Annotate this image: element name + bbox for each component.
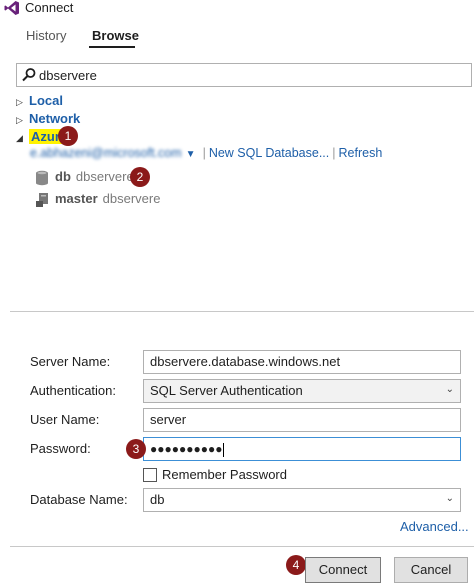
remember-password-label[interactable]: Remember Password xyxy=(162,467,287,482)
database-name-label: Database Name: xyxy=(30,492,128,507)
section-divider xyxy=(10,311,474,312)
database-name-value: db xyxy=(150,492,165,507)
server-name-field[interactable]: dbservere.database.windows.net xyxy=(143,350,461,374)
database-name-select[interactable]: db ⌄ xyxy=(143,488,461,512)
active-tab-indicator xyxy=(89,46,135,48)
database-icon xyxy=(36,170,48,185)
separator: | xyxy=(332,146,336,160)
azure-account-row: e.abhazeni@microsoft.com ▼ | New SQL Databa… xyxy=(30,146,382,160)
user-name-label: User Name: xyxy=(30,412,100,427)
separator: | xyxy=(202,146,206,160)
user-name-value: server xyxy=(150,412,187,427)
database-item[interactable]: db dbservere xyxy=(35,169,134,186)
tree-node-local[interactable]: ▷ Local xyxy=(16,93,63,108)
authentication-select[interactable]: SQL Server Authentication ⌄ xyxy=(143,379,461,403)
new-sql-database-link[interactable]: New SQL Database... xyxy=(209,146,329,160)
window-title: Connect xyxy=(25,0,74,15)
password-value: ●●●●●●●●●● xyxy=(150,442,223,456)
step-badge-2: 2 xyxy=(130,167,150,187)
step-badge-4: 4 xyxy=(286,555,306,575)
chevron-down-icon[interactable]: ⌄ xyxy=(446,384,454,395)
refresh-link[interactable]: Refresh xyxy=(339,146,383,160)
tree-node-network[interactable]: ▷ Network xyxy=(16,111,80,126)
expand-arrow-icon[interactable]: ▷ xyxy=(16,97,26,108)
server-name-value: dbservere.database.windows.net xyxy=(150,354,341,369)
step-badge-1: 1 xyxy=(58,126,78,146)
chevron-down-icon[interactable]: ▼ xyxy=(186,149,196,160)
step-badge-3: 3 xyxy=(126,439,146,459)
user-name-field[interactable]: server xyxy=(143,408,461,432)
password-label: Password: xyxy=(30,441,91,456)
database-item[interactable]: master dbservere xyxy=(35,191,160,208)
tree-node-label: Local xyxy=(29,93,63,108)
cancel-button[interactable]: Cancel xyxy=(394,557,468,583)
connect-button[interactable]: Connect xyxy=(305,557,381,583)
search-value: dbservere xyxy=(39,68,97,83)
visual-studio-icon xyxy=(4,1,19,15)
database-name: db xyxy=(55,169,71,184)
search-icon xyxy=(22,68,36,82)
search-input[interactable]: dbservere xyxy=(16,63,472,87)
database-server: dbservere xyxy=(102,191,161,206)
remember-password-checkbox[interactable] xyxy=(143,468,157,482)
tab-browse[interactable]: Browse xyxy=(92,28,139,43)
system-database-icon xyxy=(36,192,48,207)
database-server: dbservere xyxy=(75,169,134,184)
text-cursor xyxy=(223,442,225,457)
account-email[interactable]: e.abhazeni@microsoft.com xyxy=(30,146,182,160)
authentication-value: SQL Server Authentication xyxy=(150,383,303,398)
collapse-arrow-icon[interactable]: ◢ xyxy=(16,133,26,144)
password-field[interactable]: ●●●●●●●●●● xyxy=(143,437,461,461)
expand-arrow-icon[interactable]: ▷ xyxy=(16,115,26,126)
authentication-label: Authentication: xyxy=(30,383,117,398)
server-name-label: Server Name: xyxy=(30,354,111,369)
chevron-down-icon[interactable]: ⌄ xyxy=(446,493,454,504)
database-name: master xyxy=(55,191,98,206)
tab-history[interactable]: History xyxy=(26,28,66,43)
footer-divider xyxy=(10,546,474,547)
title-bar: Connect xyxy=(0,0,474,18)
tree-node-label: Network xyxy=(29,111,81,126)
advanced-link[interactable]: Advanced... xyxy=(400,519,469,534)
